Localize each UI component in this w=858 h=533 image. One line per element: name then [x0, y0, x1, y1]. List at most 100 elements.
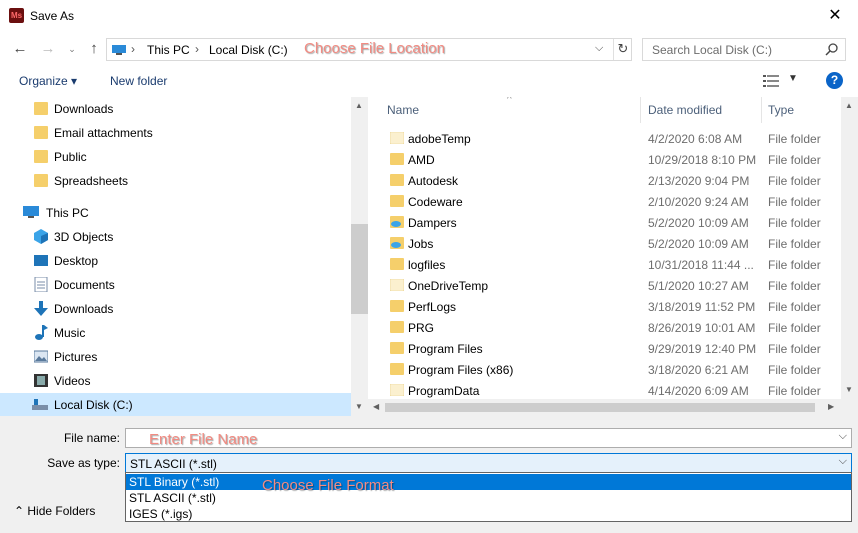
nav-item-documents[interactable]: Documents: [0, 273, 351, 297]
file-row[interactable]: ProgramData 4/14/2020 6:09 AM File folde…: [368, 380, 843, 401]
folder-icon: [390, 132, 404, 144]
nav-item-pictures[interactable]: Pictures: [0, 345, 351, 369]
file-row[interactable]: PRG 8/26/2019 10:01 AM File folder: [368, 317, 843, 338]
file-date: 9/29/2019 12:40 PM: [648, 342, 757, 356]
folder-icon: [390, 321, 404, 333]
file-format-annotation: Choose File Format: [262, 477, 394, 494]
file-name: adobeTemp: [408, 132, 471, 146]
folder-icon: [390, 342, 404, 354]
hide-folders-button[interactable]: ⌃ Hide Folders: [14, 504, 95, 518]
back-arrow-icon[interactable]: ←: [10, 39, 30, 59]
nav-item-local-disk[interactable]: Local Disk (C:): [0, 393, 351, 416]
file-type: File folder: [768, 132, 821, 146]
file-date: 3/18/2020 6:21 AM: [648, 363, 749, 377]
file-name: logfiles: [408, 258, 446, 272]
column-header-name[interactable]: Name: [387, 103, 419, 117]
file-type: File folder: [768, 237, 821, 251]
column-header-date[interactable]: Date modified: [648, 103, 722, 117]
nav-item-videos[interactable]: Videos: [0, 369, 351, 393]
file-name: Codeware: [408, 195, 463, 209]
download-icon: [34, 301, 48, 316]
search-input[interactable]: Search Local Disk (C:): [642, 38, 846, 61]
save-as-type-dropdown-icon[interactable]: ⌵: [839, 455, 847, 468]
recent-locations-chevron-icon[interactable]: ⌄: [62, 39, 82, 59]
forward-arrow-icon[interactable]: →: [38, 39, 58, 59]
save-as-type-label: Save as type:: [47, 456, 120, 470]
nav-item-downloads[interactable]: Downloads: [0, 297, 351, 321]
nav-item-music[interactable]: Music: [0, 321, 351, 345]
nav-item-label: Email attachments: [54, 126, 153, 140]
address-dropdown-icon[interactable]: ⌵: [595, 42, 603, 55]
scroll-up-icon[interactable]: ▲: [845, 101, 853, 110]
help-button[interactable]: ?: [826, 72, 843, 89]
folder-icon: [390, 195, 404, 207]
file-list-horizontal-scrollbar[interactable]: ◀ ▶: [368, 399, 841, 416]
nav-item-this-pc[interactable]: This PC: [0, 201, 351, 225]
option-iges[interactable]: IGES (*.igs): [126, 506, 851, 522]
save-as-type-select[interactable]: STL ASCII (*.stl) ⌵: [125, 453, 852, 473]
file-row[interactable]: Jobs 5/2/2020 10:09 AM File folder: [368, 233, 843, 254]
scroll-up-icon[interactable]: ▲: [355, 101, 363, 110]
new-folder-button[interactable]: New folder: [110, 74, 167, 88]
file-name-dropdown-icon[interactable]: ⌵: [839, 430, 847, 443]
file-name: OneDriveTemp: [408, 279, 489, 293]
nav-item-downloads-quick[interactable]: Downloads: [0, 97, 351, 121]
nav-item-3d-objects[interactable]: 3D Objects: [0, 225, 351, 249]
nav-item-label: Downloads: [54, 302, 114, 316]
nav-item-email-attachments[interactable]: Email attachments: [0, 121, 351, 145]
option-stl-ascii[interactable]: STL ASCII (*.stl): [126, 490, 851, 506]
file-type: File folder: [768, 342, 821, 356]
column-divider[interactable]: [761, 97, 762, 123]
file-type: File folder: [768, 363, 821, 377]
column-divider[interactable]: [640, 97, 641, 123]
close-button[interactable]: ✕: [812, 0, 858, 32]
videos-icon: [34, 373, 48, 388]
file-name: Program Files (x86): [408, 363, 514, 377]
file-name: AMD: [408, 153, 435, 167]
nav-item-label: Videos: [54, 374, 91, 388]
organize-button[interactable]: Organize ▾: [19, 74, 77, 88]
scroll-down-icon[interactable]: ▼: [355, 402, 363, 411]
file-row[interactable]: Codeware 2/10/2020 9:24 AM File folder: [368, 191, 843, 212]
nav-item-label: Downloads: [54, 102, 114, 116]
scroll-left-icon[interactable]: ◀: [373, 402, 379, 411]
refresh-icon[interactable]: ↻: [613, 39, 632, 60]
breadcrumb-chevron-icon: ›: [195, 42, 199, 56]
sort-ascending-icon: ^: [507, 97, 512, 105]
breadcrumb-local-disk[interactable]: Local Disk (C:): [209, 43, 288, 57]
view-dropdown-icon[interactable]: ▼: [788, 73, 798, 84]
file-row[interactable]: Program Files 9/29/2019 12:40 PM File fo…: [368, 338, 843, 359]
option-stl-binary[interactable]: STL Binary (*.stl): [126, 474, 851, 490]
file-row[interactable]: Autodesk 2/13/2020 9:04 PM File folder: [368, 170, 843, 191]
file-row[interactable]: PerfLogs 3/18/2019 11:52 PM File folder: [368, 296, 843, 317]
file-type: File folder: [768, 258, 821, 272]
file-name: Program Files: [408, 342, 483, 356]
navigation-scrollbar[interactable]: ▲ ▼: [351, 97, 368, 416]
breadcrumb-chevron-icon: ›: [131, 42, 135, 56]
nav-item-spreadsheets[interactable]: Spreadsheets: [0, 169, 351, 193]
scroll-thumb[interactable]: [351, 224, 368, 314]
file-row[interactable]: adobeTemp 4/2/2020 6:08 AM File folder: [368, 128, 843, 149]
nav-item-desktop[interactable]: Desktop: [0, 249, 351, 273]
scroll-thumb[interactable]: [385, 403, 815, 412]
file-list-vertical-scrollbar[interactable]: ▲ ▼: [841, 97, 858, 399]
navigation-pane: Downloads Email attachments Public Sprea…: [0, 97, 351, 416]
search-icon: [825, 43, 838, 56]
file-row[interactable]: OneDriveTemp 5/1/2020 10:27 AM File fold…: [368, 275, 843, 296]
scroll-right-icon[interactable]: ▶: [828, 402, 834, 411]
file-date: 5/2/2020 10:09 AM: [648, 216, 749, 230]
file-row[interactable]: AMD 10/29/2018 8:10 PM File folder: [368, 149, 843, 170]
file-type: File folder: [768, 279, 821, 293]
folder-icon: [34, 149, 48, 164]
file-row[interactable]: Dampers 5/2/2020 10:09 AM File folder: [368, 212, 843, 233]
column-header-type[interactable]: Type: [768, 103, 794, 117]
folder-icon: [34, 173, 48, 188]
view-options-icon[interactable]: [763, 75, 779, 87]
up-arrow-icon[interactable]: ↑: [84, 39, 104, 59]
file-row[interactable]: Program Files (x86) 3/18/2020 6:21 AM Fi…: [368, 359, 843, 380]
nav-item-public[interactable]: Public: [0, 145, 351, 169]
scroll-down-icon[interactable]: ▼: [845, 385, 853, 394]
file-row[interactable]: logfiles 10/31/2018 11:44 ... File folde…: [368, 254, 843, 275]
breadcrumb-this-pc[interactable]: This PC: [147, 43, 190, 57]
file-type: File folder: [768, 216, 821, 230]
